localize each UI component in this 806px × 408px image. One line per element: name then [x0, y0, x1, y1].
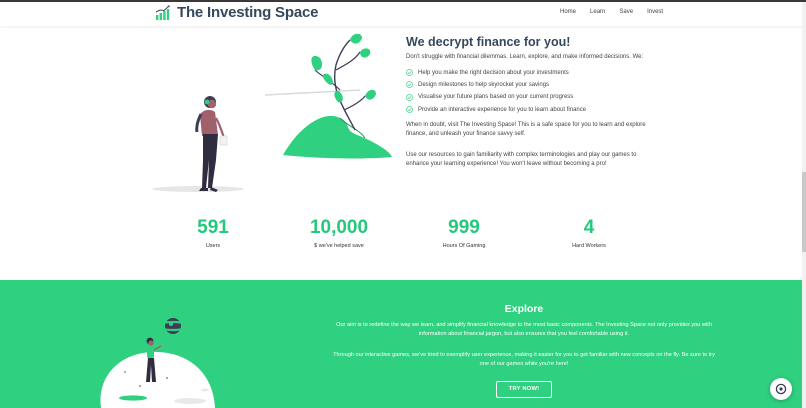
plant-illustration [152, 33, 392, 192]
list-item: Provide an interactive experience for yo… [406, 103, 656, 115]
help-chat-icon [775, 383, 787, 395]
hero-paragraph-2: Use our resources to gain familiarity wi… [406, 151, 637, 168]
stat-label: Hours Of Gaming [442, 243, 486, 249]
page-scrollbar[interactable] [802, 2, 806, 408]
explore-paragraph-1: Our aim is to redefine the way we learn,… [336, 322, 712, 338]
list-item-text: Provide an interactive experience for yo… [418, 106, 587, 113]
list-item-text: Visualise your future plans based on you… [418, 94, 574, 101]
nav-invest[interactable]: Invest [647, 9, 663, 15]
stat-workers: 4 Hard Workers [544, 217, 634, 250]
benefits-list: Help you make the right decision about y… [406, 67, 656, 116]
stat-saved: 10,000 $ we've helped save [294, 217, 384, 250]
stat-value: 4 [583, 217, 595, 238]
explore-content: Explore Our aim is to redefine the way w… [330, 303, 718, 398]
hero-intro: Don't struggle with financial dilemmas. … [406, 54, 644, 60]
stat-gaming-hours: 999 Hours Of Gaming [419, 217, 509, 250]
brand-title: The Investing Space [177, 4, 319, 21]
hero-section: We decrypt finance for you! Don't strugg… [406, 35, 656, 170]
explore-section: Explore Our aim is to redefine the way w… [0, 280, 802, 408]
nav-home[interactable]: Home [560, 9, 576, 15]
hero-paragraph-1: When in doubt, visit The Investing Space… [406, 121, 646, 138]
try-now-button[interactable]: TRY NOW! [496, 380, 552, 398]
brand[interactable]: The Investing Space [155, 4, 318, 21]
check-circle-icon [406, 69, 413, 76]
stat-users: 591 Users [168, 217, 258, 250]
list-item: Design milestones to help skyrocket your… [406, 79, 656, 91]
stat-value: 10,000 [309, 217, 369, 238]
explore-title: Explore [504, 303, 544, 315]
main-nav: Home Learn Save Invest [560, 9, 663, 15]
check-circle-icon [406, 81, 413, 89]
hero-title: We decrypt finance for you! [406, 35, 571, 49]
bar-chart-logo-icon [155, 4, 170, 20]
list-item: Visualise your future plans based on you… [406, 91, 656, 103]
stat-label: Users [205, 243, 221, 249]
stat-label: Hard Workers [572, 243, 606, 249]
list-item: Help you make the right decision about y… [406, 67, 656, 79]
stat-label: $ we've helped save [314, 243, 364, 249]
check-circle-icon [406, 93, 413, 101]
scrollbar-thumb[interactable] [802, 172, 806, 252]
nav-learn[interactable]: Learn [590, 9, 605, 15]
list-item-text: Design milestones to help skyrocket your… [418, 81, 550, 88]
explore-paragraph-2: Through our interactive games, we've tri… [333, 351, 715, 368]
explorer-illustration [100, 318, 215, 408]
check-circle-icon [406, 106, 413, 113]
stat-value: 999 [448, 217, 480, 238]
list-item-text: Help you make the right decision about y… [418, 69, 569, 76]
site-header: The Investing Space Home Learn Save Inve… [0, 2, 806, 26]
stat-value: 591 [197, 217, 229, 238]
nav-save[interactable]: Save [619, 9, 633, 15]
help-chat-button[interactable] [770, 378, 792, 400]
